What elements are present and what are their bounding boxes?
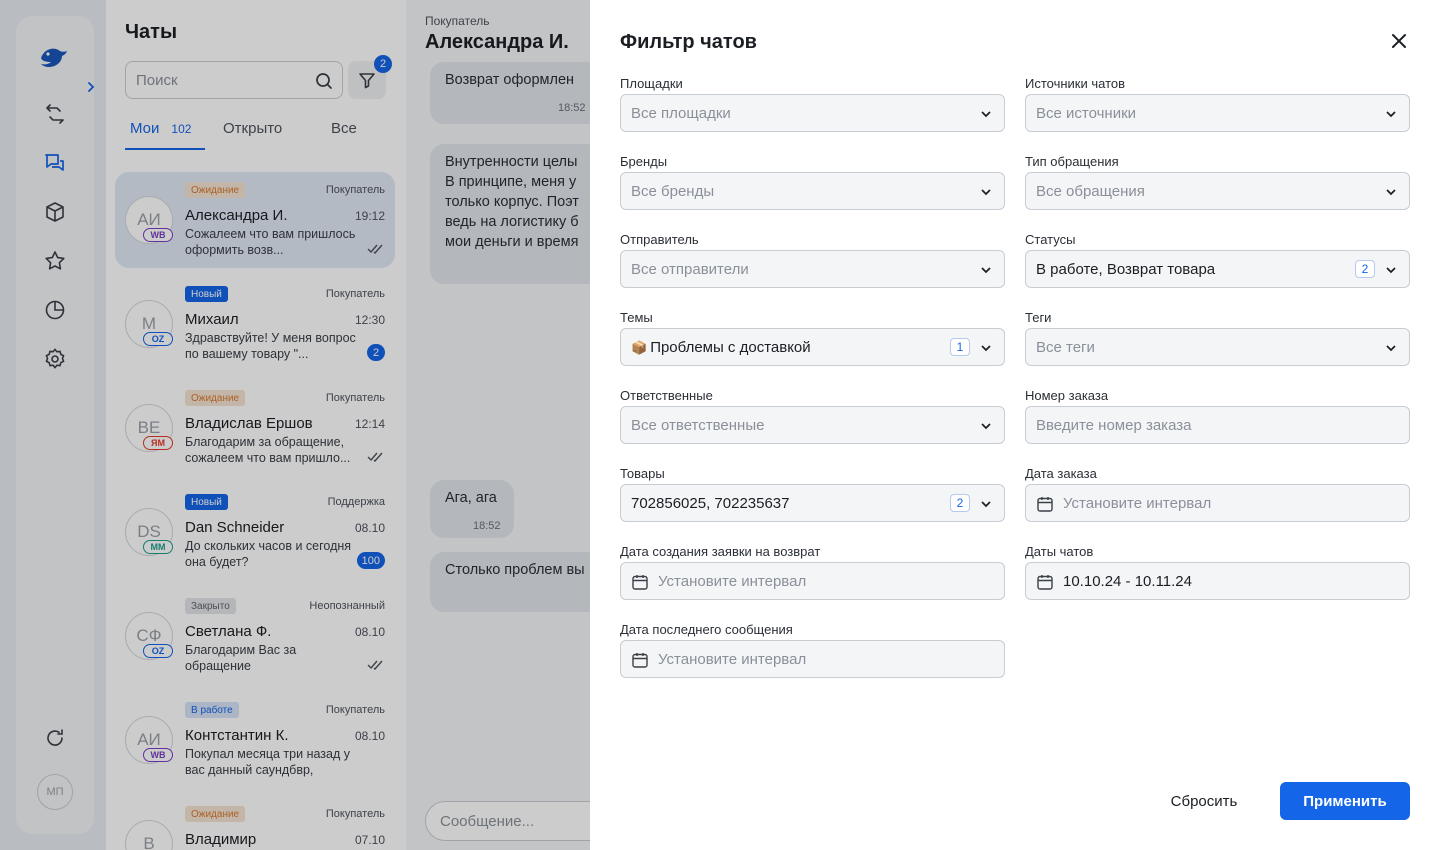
select-value: Все теги bbox=[1036, 339, 1095, 356]
field-label: Площадки bbox=[620, 76, 683, 91]
close-icon[interactable] bbox=[1389, 31, 1409, 51]
select-value: 📦 Проблемы с доставкой bbox=[631, 339, 811, 356]
calendar-icon bbox=[632, 575, 648, 590]
order-date-picker[interactable]: Установите интервал bbox=[1025, 484, 1410, 522]
filter-title: Фильтр чатов bbox=[620, 31, 757, 53]
chevron-down-icon bbox=[1386, 345, 1396, 352]
field-label: Теги bbox=[1025, 310, 1052, 325]
select-value: Все обращения bbox=[1036, 183, 1145, 200]
chevron-down-icon bbox=[981, 267, 991, 274]
field-label: Дата создания заявки на возврат bbox=[620, 544, 821, 559]
select-value: Все источники bbox=[1036, 105, 1137, 122]
statuses-select[interactable]: В работе, Возврат товара 2 bbox=[1025, 250, 1410, 288]
topics-select[interactable]: 📦 Проблемы с доставкой 1 bbox=[620, 328, 1005, 366]
field-label: Тип обращения bbox=[1025, 154, 1119, 169]
field-label: Темы bbox=[620, 310, 653, 325]
field-label: Источники чатов bbox=[1025, 76, 1126, 91]
reset-button[interactable]: Сбросить bbox=[1156, 782, 1252, 820]
request-type-select[interactable]: Все обращения bbox=[1025, 172, 1410, 210]
field-label: Номер заказа bbox=[1025, 388, 1109, 403]
order-number-input[interactable]: Введите номер заказа bbox=[1025, 406, 1410, 444]
package-icon: 📦 bbox=[631, 340, 648, 355]
select-value: Все площадки bbox=[631, 105, 731, 122]
chat-dates-picker[interactable]: 10.10.24 - 10.11.24 bbox=[1025, 562, 1410, 600]
date-placeholder: Установите интервал bbox=[658, 651, 807, 668]
selected-count-badge: 2 bbox=[1355, 260, 1375, 278]
apply-button[interactable]: Применить bbox=[1280, 782, 1410, 820]
chat-filter-panel: Фильтр чатов Площадки Все площадки Источ… bbox=[590, 0, 1440, 850]
calendar-icon bbox=[632, 653, 648, 668]
field-label: Бренды bbox=[620, 154, 668, 169]
date-placeholder: Установите интервал bbox=[658, 573, 807, 590]
field-label: Ответственные bbox=[620, 388, 713, 403]
chevron-down-icon bbox=[1386, 267, 1396, 274]
selected-count-badge: 1 bbox=[950, 338, 970, 356]
modal-backdrop[interactable] bbox=[0, 0, 590, 850]
select-value: Все бренды bbox=[631, 183, 715, 200]
app-root: МП Чаты Поиск 2 Мои 102 Открыто Все АИ WB… bbox=[0, 0, 1440, 850]
field-label: Дата последнего сообщения bbox=[620, 622, 793, 637]
date-range-value: 10.10.24 - 10.11.24 bbox=[1063, 573, 1192, 590]
input-placeholder: Введите номер заказа bbox=[1036, 417, 1192, 434]
return-date-picker[interactable]: Установите интервал bbox=[620, 562, 1005, 600]
select-value: В работе, Возврат товара bbox=[1036, 261, 1216, 278]
select-value: Все отправители bbox=[631, 261, 749, 278]
field-label: Статусы bbox=[1025, 232, 1076, 247]
chevron-down-icon bbox=[981, 111, 991, 118]
last-message-date-picker[interactable]: Установите интервал bbox=[620, 640, 1005, 678]
chevron-down-icon bbox=[1386, 111, 1396, 118]
calendar-icon bbox=[1037, 497, 1053, 512]
sources-select[interactable]: Все источники bbox=[1025, 94, 1410, 132]
chevron-down-icon bbox=[981, 345, 991, 352]
field-label: Отправитель bbox=[620, 232, 699, 247]
field-label: Дата заказа bbox=[1025, 466, 1097, 481]
tags-select[interactable]: Все теги bbox=[1025, 328, 1410, 366]
date-placeholder: Установите интервал bbox=[1063, 495, 1212, 512]
select-value: 702856025, 702235637 bbox=[631, 495, 790, 512]
brands-select[interactable]: Все бренды bbox=[620, 172, 1005, 210]
platforms-select[interactable]: Все площадки bbox=[620, 94, 1005, 132]
chevron-down-icon bbox=[981, 501, 991, 508]
chevron-down-icon bbox=[1386, 189, 1396, 196]
topic-text: Проблемы с доставкой bbox=[650, 339, 811, 356]
assignees-select[interactable]: Все ответственные bbox=[620, 406, 1005, 444]
field-label: Даты чатов bbox=[1025, 544, 1094, 559]
field-label: Товары bbox=[620, 466, 665, 481]
products-select[interactable]: 702856025, 702235637 2 bbox=[620, 484, 1005, 522]
selected-count-badge: 2 bbox=[950, 494, 970, 512]
select-value: Все ответственные bbox=[631, 417, 765, 434]
chevron-down-icon bbox=[981, 423, 991, 430]
sender-select[interactable]: Все отправители bbox=[620, 250, 1005, 288]
chevron-down-icon bbox=[981, 189, 991, 196]
calendar-icon bbox=[1037, 575, 1053, 590]
